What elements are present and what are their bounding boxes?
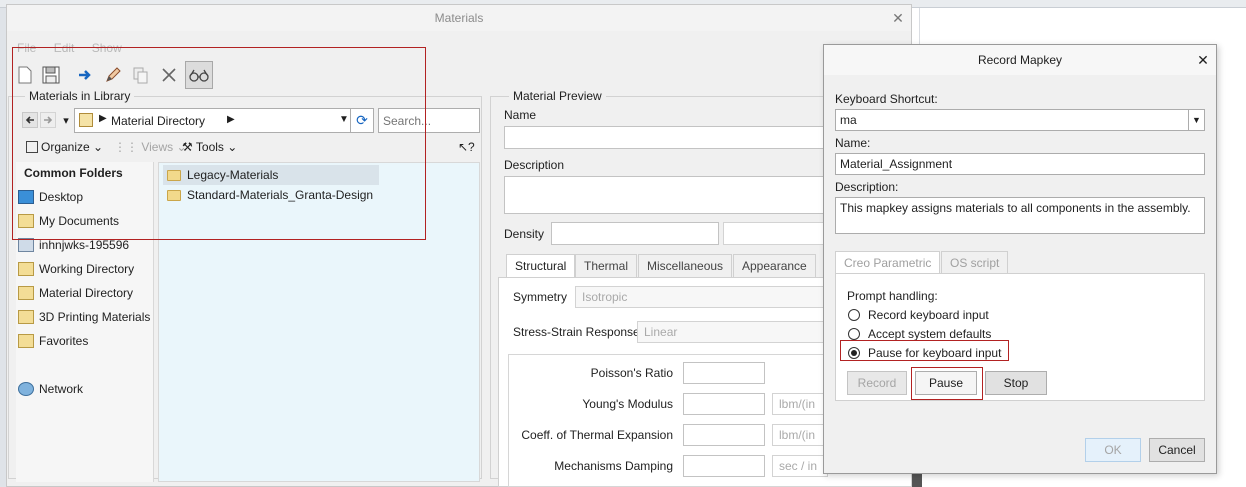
stress-strain-label: Stress-Strain Response xyxy=(513,325,640,339)
description-field[interactable] xyxy=(504,176,834,214)
radio-label: Accept system defaults xyxy=(868,327,992,341)
cancel-button[interactable]: Cancel xyxy=(1149,438,1205,462)
materials-window-title: Materials xyxy=(7,5,911,31)
name-label: Name xyxy=(504,108,537,122)
description-field[interactable]: This mapkey assigns materials to all com… xyxy=(835,197,1205,234)
tab-structural[interactable]: Structural xyxy=(506,254,576,278)
radio-button[interactable] xyxy=(848,309,860,321)
tab-miscellaneous[interactable]: Miscellaneous xyxy=(638,254,733,278)
radio-button[interactable] xyxy=(848,328,860,340)
tab-os-script[interactable]: OS script xyxy=(941,251,1009,274)
working-directory-icon xyxy=(18,262,34,276)
keyboard-shortcut-field[interactable]: ma ▼ xyxy=(835,109,1205,131)
thermal-expansion-label: Coeff. of Thermal Expansion xyxy=(521,428,673,442)
folder-material-directory[interactable]: Material Directory xyxy=(18,282,133,304)
folder-network[interactable]: Network xyxy=(18,378,83,400)
description-label: Description xyxy=(504,158,565,172)
youngs-modulus-label: Young's Modulus xyxy=(582,397,673,411)
folder-label: 3D Printing Materials xyxy=(39,310,151,324)
radio-label: Record keyboard input xyxy=(868,308,989,322)
stress-strain-select[interactable]: Linear xyxy=(637,321,833,343)
symmetry-label: Symmetry xyxy=(513,290,567,304)
highlight-box xyxy=(840,340,1009,361)
material-directory-icon xyxy=(18,286,34,300)
network-icon xyxy=(18,382,34,396)
folder-label: Network xyxy=(39,382,84,396)
name-field[interactable]: Material_Assignment xyxy=(835,153,1205,175)
poissons-ratio-label: Poisson's Ratio xyxy=(590,366,673,380)
folder-label: Working Directory xyxy=(39,262,135,276)
favorites-icon xyxy=(18,334,34,348)
dialog-title: Record Mapkey xyxy=(824,45,1216,75)
name-field[interactable] xyxy=(504,126,834,149)
mechanisms-damping-label: Mechanisms Damping xyxy=(554,459,673,473)
record-mapkey-dialog: Record Mapkey ✕ Keyboard Shortcut: ma ▼ … xyxy=(823,44,1217,474)
prompt-handling-label: Prompt handling: xyxy=(847,289,938,303)
name-value: Material_Assignment xyxy=(840,157,953,171)
keyboard-shortcut-label: Keyboard Shortcut: xyxy=(835,92,938,106)
close-icon[interactable]: ✕ xyxy=(887,5,909,31)
tab-creo-parametric[interactable]: Creo Parametric xyxy=(835,251,941,274)
thermal-expansion-unit: lbm/(in xyxy=(772,424,828,446)
tab-appearance[interactable]: Appearance xyxy=(733,254,816,278)
creo-parametric-panel: Prompt handling: Record keyboard input A… xyxy=(835,273,1205,401)
thermal-expansion-field[interactable] xyxy=(683,424,765,446)
whats-this-help-icon[interactable]: ↖? xyxy=(458,140,475,154)
density-unit-field xyxy=(723,222,833,245)
chevron-down-icon[interactable]: ▼ xyxy=(1188,110,1204,130)
youngs-modulus-field[interactable] xyxy=(683,393,765,415)
folder-3d-printing-materials[interactable]: 3D Printing Materials xyxy=(18,306,150,328)
description-value: This mapkey assigns materials to all com… xyxy=(840,201,1191,215)
mechanisms-damping-field[interactable] xyxy=(683,455,765,477)
highlight-box xyxy=(911,367,983,400)
folder-label: Favorites xyxy=(39,334,89,348)
record-button[interactable]: Record xyxy=(847,371,907,395)
radio-record-keyboard-input[interactable]: Record keyboard input xyxy=(848,306,989,324)
folder-label: Material Directory xyxy=(39,286,134,300)
folder-label: inhnjwks-195596 xyxy=(39,238,130,252)
poissons-ratio-field[interactable] xyxy=(683,362,765,384)
material-preview-label: Material Preview xyxy=(509,89,606,103)
highlight-box xyxy=(12,47,426,240)
keyboard-shortcut-value: ma xyxy=(840,113,857,127)
stop-button[interactable]: Stop xyxy=(985,371,1047,395)
close-icon[interactable]: ✕ xyxy=(1192,45,1214,75)
folder-working-directory[interactable]: Working Directory xyxy=(18,258,134,280)
density-label: Density xyxy=(504,227,545,241)
youngs-modulus-unit: lbm/(in xyxy=(772,393,828,415)
description-label: Description: xyxy=(835,180,899,194)
symmetry-select[interactable]: Isotropic xyxy=(575,286,833,308)
tab-thermal[interactable]: Thermal xyxy=(575,254,638,278)
folder-favorites[interactable]: Favorites xyxy=(18,330,88,352)
density-field[interactable] xyxy=(551,222,719,245)
name-label: Name: xyxy=(835,136,871,150)
mechanisms-damping-unit: sec / in xyxy=(772,455,828,477)
computer-icon xyxy=(18,238,34,252)
3d-printing-folder-icon xyxy=(18,310,34,324)
ok-button[interactable]: OK xyxy=(1085,438,1141,462)
